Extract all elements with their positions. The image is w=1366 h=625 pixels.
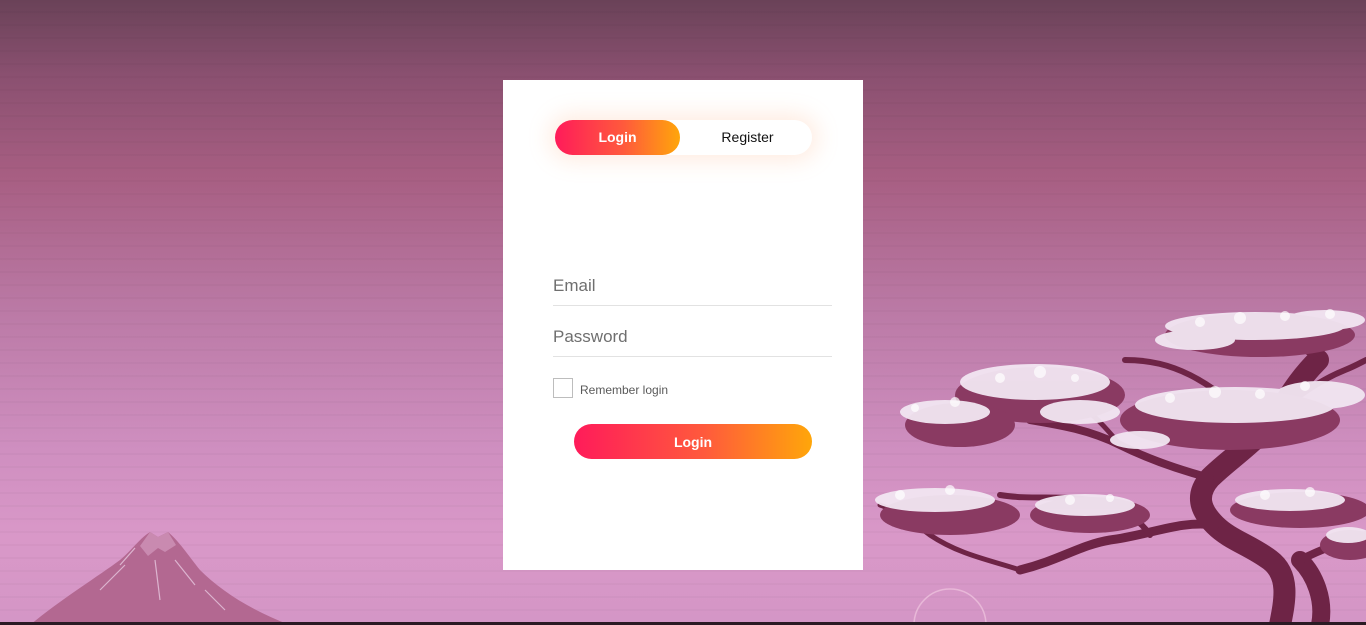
- password-field[interactable]: [553, 318, 832, 357]
- moon-illustration: [913, 588, 987, 625]
- email-field[interactable]: [553, 267, 832, 306]
- auth-toggle: Login Register: [555, 120, 812, 155]
- remember-login-row: Remember login: [553, 377, 668, 399]
- remember-login-label: Remember login: [580, 382, 669, 397]
- login-card: Login Register Remember login Login: [503, 80, 863, 570]
- cherry-tree-illustration: [875, 309, 1366, 625]
- remember-login-checkbox[interactable]: [553, 378, 573, 398]
- tab-register[interactable]: Register: [683, 120, 812, 155]
- login-button[interactable]: Login: [574, 424, 812, 459]
- tab-login[interactable]: Login: [555, 120, 680, 155]
- mountain-illustration: [30, 532, 290, 625]
